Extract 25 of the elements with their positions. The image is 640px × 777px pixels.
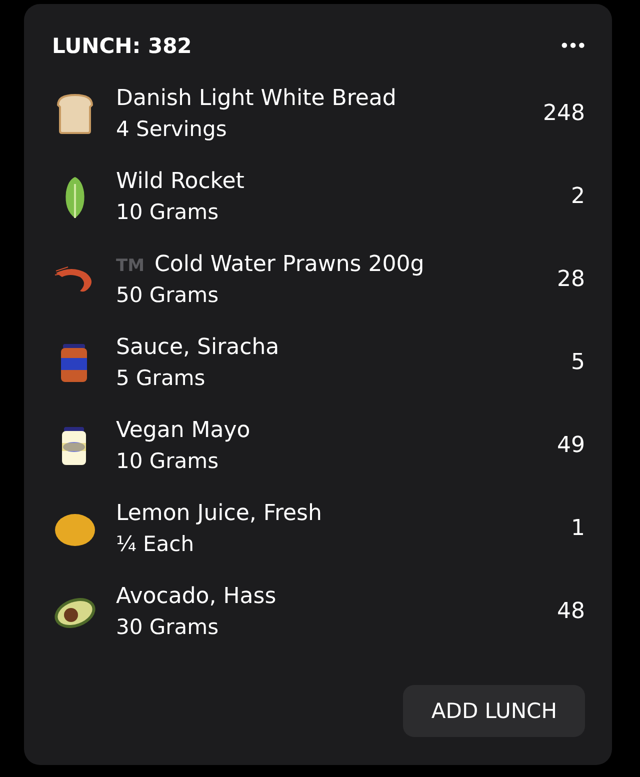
calorie-count: 2 [571, 184, 585, 209]
food-amount: 30 Grams [116, 615, 220, 639]
calorie-count: 1 [571, 516, 585, 541]
calorie-count: 49 [557, 433, 585, 458]
food-name: Danish Light White Bread [116, 86, 396, 111]
food-amount: 10 Grams [116, 200, 220, 224]
calorie-count: 28 [557, 267, 585, 292]
add-lunch-button[interactable]: ADD LUNCH [403, 685, 585, 737]
food-name: Wild Rocket [116, 169, 244, 194]
food-amount: 4 Servings [116, 117, 228, 141]
food-name: Sauce, Siracha [116, 335, 280, 360]
calorie-count: 48 [557, 599, 585, 624]
more-button[interactable]: ••• [559, 36, 585, 56]
meal-title: LUNCH: 382 [52, 34, 192, 58]
calorie-count: 248 [543, 101, 585, 126]
food-amount: 5 Grams [116, 366, 206, 390]
calorie-count: 5 [571, 350, 585, 375]
food-amount: 50 Grams [116, 283, 220, 307]
food-name: Vegan Mayo [116, 418, 250, 443]
trademark-mark: TM [116, 256, 145, 276]
food-amount: ¼ Each [116, 532, 196, 556]
food-name: Cold Water Prawns 200g [154, 252, 424, 277]
food-name: Lemon Juice, Fresh [116, 501, 322, 526]
food-name: Avocado, Hass [116, 584, 276, 609]
food-amount: 10 Grams [116, 449, 220, 473]
